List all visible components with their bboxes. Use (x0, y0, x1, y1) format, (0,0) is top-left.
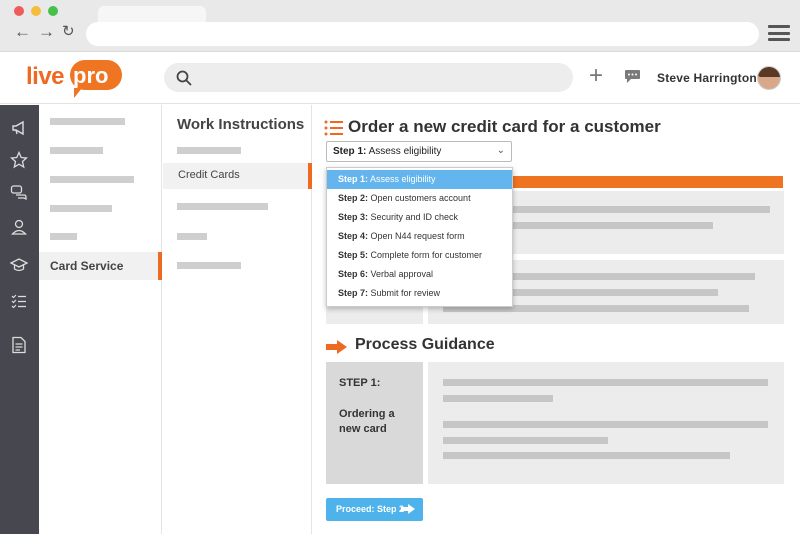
instruction-item-placeholder[interactable] (177, 233, 207, 240)
step-name: Ordering a new card (339, 408, 395, 435)
proceed-button[interactable]: Proceed: Step 2 (326, 498, 423, 521)
logo-live-text: live (26, 63, 65, 90)
star-icon[interactable] (10, 151, 28, 169)
option-text: Open N44 request form (368, 231, 465, 241)
step-label: STEP 1: (339, 377, 381, 389)
page-title: Order a new credit card for a customer (348, 117, 661, 136)
step-header-band (511, 176, 783, 188)
dropdown-option-step-4[interactable]: Step 4: Open N44 request form (327, 227, 512, 246)
checklist-icon[interactable] (10, 292, 28, 310)
sidebar-item-label: Card Service (50, 259, 124, 273)
option-text: Verbal approval (368, 269, 434, 279)
option-prefix: Step 3: (338, 212, 369, 222)
step-dropdown-menu: Step 1: Assess eligibility Step 2: Open … (326, 167, 513, 307)
add-icon[interactable]: + (589, 64, 603, 88)
logo-pro-text: pro (73, 63, 109, 88)
list-icon (324, 120, 343, 136)
text-placeholder (443, 452, 730, 459)
back-arrow-icon[interactable]: ← (14, 22, 31, 42)
minimize-window-dot[interactable] (31, 6, 41, 16)
option-text: Submit for review (368, 288, 441, 298)
instruction-item-placeholder[interactable] (177, 147, 241, 154)
dropdown-option-step-7[interactable]: Step 7: Submit for review (327, 284, 512, 303)
arrow-right-icon (326, 340, 347, 354)
work-instructions-title: Work Instructions (177, 116, 305, 133)
work-instructions-panel: Work Instructions Credit Cards (163, 105, 312, 534)
search-icon (176, 70, 192, 86)
instruction-item-placeholder[interactable] (177, 203, 268, 210)
dropdown-option-step-2[interactable]: Step 2: Open customers account (327, 189, 512, 208)
option-prefix: Step 1: (338, 174, 369, 184)
user-name[interactable]: Steve Harrington (657, 71, 757, 85)
instruction-item-placeholder[interactable] (177, 262, 241, 269)
step-info-box: STEP 1: Ordering a new card (326, 362, 423, 484)
chat-icon[interactable] (624, 69, 641, 84)
guidance-content (428, 362, 784, 484)
step-select-prefix: Step 1: (333, 146, 367, 157)
maximize-window-dot[interactable] (48, 6, 58, 16)
chat-bubbles-icon[interactable] (10, 184, 28, 202)
dropdown-option-step-1[interactable]: Step 1: Assess eligibility (327, 170, 512, 189)
arrow-right-icon (401, 504, 415, 514)
hamburger-menu-icon[interactable] (768, 25, 790, 41)
step-select[interactable]: Step 1: Assess eligibility ⌄ (326, 141, 512, 162)
proceed-button-label: Proceed: Step 2 (336, 504, 405, 514)
megaphone-icon[interactable] (10, 119, 28, 137)
option-text: Complete form for customer (368, 250, 483, 260)
text-placeholder (443, 437, 608, 444)
browser-chrome: ← → ↻ (0, 0, 800, 52)
instruction-item-label: Credit Cards (178, 169, 240, 181)
forward-arrow-icon[interactable]: → (38, 22, 55, 42)
step-select-value: Assess eligibility (366, 146, 442, 157)
livepro-logo[interactable]: live pro (26, 57, 126, 98)
document-icon[interactable] (10, 336, 28, 354)
option-prefix: Step 4: (338, 231, 369, 241)
search-input[interactable] (164, 63, 573, 92)
browser-tab[interactable] (98, 6, 206, 22)
text-placeholder (443, 421, 768, 428)
sidebar-item-placeholder[interactable] (50, 176, 134, 183)
option-text: Open customers account (368, 193, 471, 203)
sidebar-item-placeholder[interactable] (50, 118, 125, 125)
active-indicator (308, 163, 312, 189)
app-header: live pro + Steve Harrington (0, 52, 800, 104)
graduation-cap-icon[interactable] (10, 256, 28, 274)
sidebar-item-placeholder[interactable] (50, 205, 112, 212)
sidebar-item-placeholder[interactable] (50, 233, 77, 240)
option-prefix: Step 7: (338, 288, 369, 298)
instruction-item-credit-cards[interactable]: Credit Cards (163, 163, 312, 189)
address-bar[interactable] (86, 22, 759, 46)
text-placeholder (443, 379, 768, 386)
sidebar-item-card-service[interactable]: Card Service (39, 252, 162, 280)
option-prefix: Step 2: (338, 193, 369, 203)
option-prefix: Step 5: (338, 250, 369, 260)
close-window-dot[interactable] (14, 6, 24, 16)
option-text: Assess eligibility (368, 174, 436, 184)
option-prefix: Step 6: (338, 269, 369, 279)
sidebar-item-placeholder[interactable] (50, 147, 103, 154)
reload-icon[interactable]: ↻ (62, 22, 75, 42)
dropdown-option-step-3[interactable]: Step 3: Security and ID check (327, 208, 512, 227)
chevron-down-icon: ⌄ (496, 145, 505, 156)
avatar[interactable] (757, 66, 781, 90)
category-sidebar: Card Service (39, 105, 162, 534)
icon-sidebar (0, 105, 39, 534)
text-placeholder (443, 395, 553, 402)
option-text: Security and ID check (368, 212, 459, 222)
dropdown-option-step-5[interactable]: Step 5: Complete form for customer (327, 246, 512, 265)
active-indicator (158, 252, 162, 280)
dropdown-option-step-6[interactable]: Step 6: Verbal approval (327, 265, 512, 284)
person-icon[interactable] (10, 218, 28, 236)
process-guidance-title: Process Guidance (355, 336, 495, 353)
